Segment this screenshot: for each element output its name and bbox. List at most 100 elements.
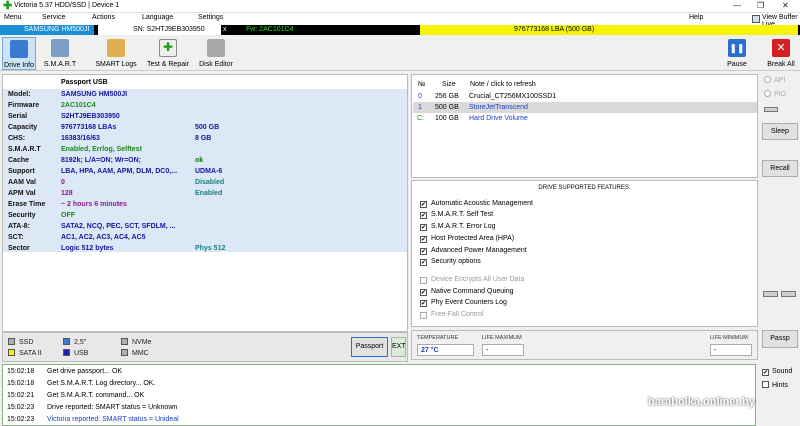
log-row: 15:02:21 Get S.M.A.R.T. command... OK	[7, 392, 145, 399]
watermark: baraholka.onliner.by	[648, 396, 755, 408]
minimize-icon[interactable]: —	[733, 1, 741, 11]
disk-editor-icon	[207, 39, 225, 57]
menu-menu[interactable]: Menu	[4, 14, 22, 21]
interface-legend: SSD 2,5" NVMe SATA II USB MMC Passport E…	[2, 332, 408, 362]
drive-list: № Size Note / click to refresh 0 256 GB …	[411, 74, 758, 178]
log-row: 15:02:23 Drive reported: SMART status = U…	[7, 404, 178, 411]
drive-row-selected[interactable]: 1 500 GB StoreJetTranscend	[413, 102, 757, 113]
passport-row: Model: SAMSUNG HM500JI	[8, 91, 128, 98]
legend-mmc: MMC	[121, 349, 149, 357]
menu-actions[interactable]: Actions	[92, 14, 115, 21]
device-firmware: Fw: 2AC101C4	[246, 26, 294, 33]
feature-checkbox: ✔	[420, 201, 427, 208]
feature-checkbox	[420, 277, 427, 284]
break-all-button[interactable]: ✕ Break All	[764, 37, 798, 70]
feature-checkbox: ✔	[420, 259, 427, 266]
passport-row: S.M.A.R.T Enabled, Errlog, Selftest	[8, 146, 142, 153]
passp-button[interactable]: Passp	[762, 330, 798, 348]
menu-help[interactable]: Help	[689, 14, 703, 21]
hints-checkbox[interactable]: Hints	[762, 381, 788, 389]
temperature-strip: TEMPERATURE 27 °C LIFE MAXIMUM - LIFE MI…	[411, 330, 758, 360]
legend-swatch	[121, 349, 128, 356]
smart-logs-tab[interactable]: SMART Logs	[92, 37, 140, 70]
passport-row: SCT: AC1, AC2, AC3, AC4, AC5	[8, 234, 146, 241]
menu-bar: Menu Service Actions Language Settings H…	[0, 13, 800, 28]
indicator-bar	[764, 107, 778, 112]
drive-row[interactable]: C: 100 GB Hard Drive Volume	[413, 113, 757, 124]
event-log: 15:02:18 Get drive passport... OK 15:02:1…	[2, 364, 756, 426]
stop-icon: ✕	[772, 39, 790, 57]
menu-language[interactable]: Language	[142, 14, 173, 21]
restore-icon[interactable]: ❐	[757, 1, 764, 11]
menu-service[interactable]: Service	[42, 14, 65, 21]
smart-chip-icon	[51, 39, 69, 57]
log-row: 15:02:23 Victoria reported: SMART status …	[7, 416, 179, 423]
passport-row: CHS: 16383/16/63 8 GB	[8, 135, 212, 142]
window-title: Victoria 5.37 HDD/SSD | Device 1	[14, 2, 120, 9]
temperature-label: TEMPERATURE	[417, 335, 459, 341]
api-radio[interactable]: API	[764, 76, 785, 84]
passport-header: Passport USB	[3, 75, 407, 89]
passport-row: Cache 8192k; L/A=ON; Wr=ON; ok	[8, 157, 204, 164]
device-bar: SAMSUNG HM500JI SN: S2HTJ9EB303950 x Fw:…	[0, 25, 800, 35]
menu-settings[interactable]: Settings	[198, 14, 223, 21]
view-buffer-checkbox[interactable]	[752, 15, 760, 23]
pause-icon: ❚❚	[728, 39, 746, 57]
legend-sata2: SATA II	[8, 349, 42, 357]
log-row: 15:02:18 Get S.M.A.R.T. Log directory... …	[7, 380, 156, 387]
sound-checkbox[interactable]: ✔ Sound	[762, 368, 792, 376]
passport-row: Serial S2HTJ9EB303950	[8, 113, 120, 120]
pio-radio[interactable]: PIO	[764, 90, 786, 98]
folder-icon	[107, 39, 125, 57]
feature-checkbox	[420, 312, 427, 319]
device-x: x	[223, 26, 227, 33]
title-bar: ✚ Victoria 5.37 HDD/SSD | Device 1 — ❐ ✕	[0, 0, 800, 13]
drive-features: DRIVE SUPPORTED FEATURES: ✔ Automatic Aco…	[411, 180, 758, 327]
toolbar: Drive Info S.M.A.R.T SMART Logs ✚ Test &…	[0, 35, 800, 71]
disk-editor-tab[interactable]: Disk Editor	[196, 37, 236, 70]
sleep-button[interactable]: Sleep	[762, 123, 798, 140]
passport-row: Erase Time ~ 2 hours 6 minutes	[8, 201, 127, 208]
ext-button[interactable]: EXT	[391, 337, 406, 357]
pause-button[interactable]: ❚❚ Pause	[724, 37, 750, 70]
app-icon: ✚	[3, 0, 13, 12]
passport-panel: Passport USB Model: SAMSUNG HM500JI Firmw…	[2, 74, 408, 332]
feature-checkbox: ✔	[420, 212, 427, 219]
indicator-bar	[781, 291, 796, 297]
feature-checkbox: ✔	[420, 289, 427, 296]
legend-swatch	[63, 349, 70, 356]
passport-row: ATA-8: SATA2, NCQ, PEC, SCT, SFDLM, ...	[8, 223, 176, 230]
features-title: DRIVE SUPPORTED FEATURES:	[538, 185, 631, 191]
right-control-column: API PIO Sleep Recall Passp	[760, 71, 800, 363]
device-lba: 976773168 LBA (500 GB)	[514, 26, 595, 33]
passport-button[interactable]: Passport	[351, 337, 388, 357]
passport-row: Security OFF	[8, 212, 75, 219]
life-max-label: LIFE MAXIMUM	[482, 335, 522, 341]
passport-body: Model: SAMSUNG HM500JI Firmware 2AC101C4 S…	[3, 89, 407, 252]
legend-usb: USB	[63, 349, 88, 357]
drive-row[interactable]: 0 256 GB Crucial_CT256MX100SSD1	[413, 91, 757, 102]
legend-nvme: NVMe	[121, 338, 151, 346]
feature-checkbox: ✔	[420, 248, 427, 255]
recall-button[interactable]: Recall	[762, 160, 798, 177]
legend-swatch	[8, 338, 15, 345]
life-min-label: LIFE MINIMUM	[710, 335, 748, 341]
passport-row: APM Val 128 Enabled	[8, 190, 223, 197]
passport-row: Sector Logic 512 bytes Phys 512	[8, 245, 226, 252]
feature-checkbox: ✔	[420, 236, 427, 243]
hdd-icon	[10, 40, 28, 58]
legend-swatch	[121, 338, 128, 345]
feature-checkbox: ✔	[420, 224, 427, 231]
plus-icon: ✚	[159, 39, 177, 57]
smart-tab[interactable]: S.M.A.R.T	[38, 37, 82, 70]
drive-info-tab[interactable]: Drive Info	[2, 37, 36, 70]
passport-row: Firmware 2AC101C4	[8, 102, 96, 109]
legend-ssd: SSD	[8, 338, 33, 346]
feature-checkbox: ✔	[420, 300, 427, 307]
close-icon[interactable]: ✕	[782, 1, 789, 11]
device-model: SAMSUNG HM500JI	[24, 26, 90, 33]
device-serial: SN: S2HTJ9EB303950	[133, 26, 205, 33]
passport-row: Capacity 976773168 LBAs 500 GB	[8, 124, 220, 131]
legend-swatch	[63, 338, 70, 345]
test-repair-tab[interactable]: ✚ Test & Repair	[144, 37, 192, 70]
